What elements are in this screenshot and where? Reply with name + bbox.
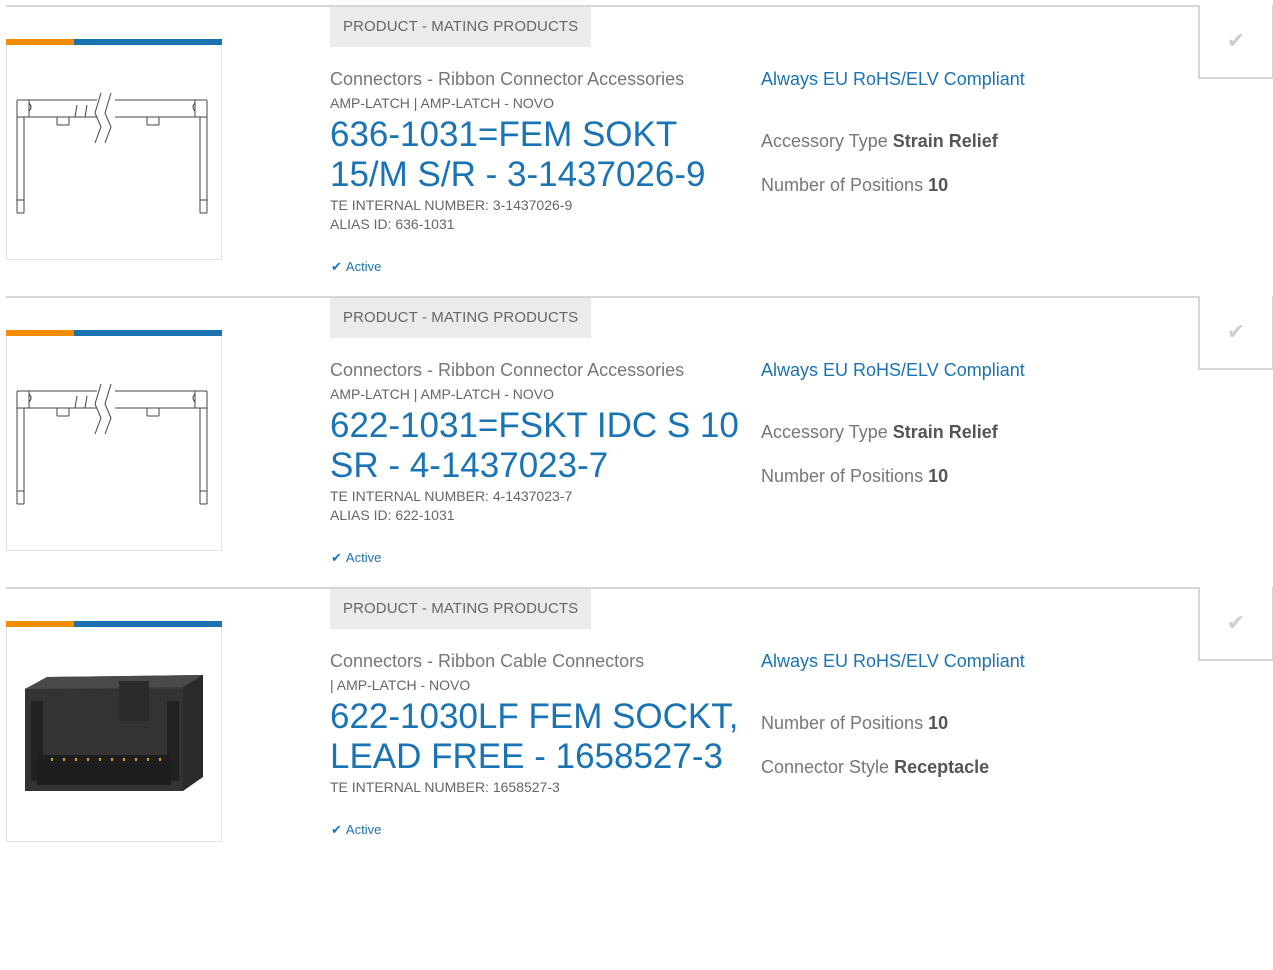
attribute-label: Connector Style (761, 757, 890, 777)
internal-number: TE INTERNAL NUMBER: 3-1437026-9 (330, 197, 573, 213)
product-category: Connectors - Ribbon Connector Accessorie… (330, 360, 685, 380)
product-brand: | AMP-LATCH - NOVO (330, 677, 471, 693)
compliance-link[interactable]: Always EU RoHS/ELV Compliant (761, 651, 1025, 672)
product-image-link[interactable] (6, 330, 222, 552)
compare-checkbox[interactable]: ✔ (1198, 296, 1273, 370)
compare-checkbox[interactable]: ✔ (1198, 587, 1273, 661)
product-image-link[interactable] (6, 621, 222, 843)
attribute-connector-style: Connector Style Receptacle (761, 757, 989, 778)
result-type-tag: PRODUCT - MATING PRODUCTS (330, 589, 592, 629)
result-type-tag: PRODUCT - MATING PRODUCTS (330, 298, 592, 338)
status-badge: ✔ Active (331, 550, 381, 566)
status-label: Active (345, 822, 382, 837)
compliance-link[interactable]: Always EU RoHS/ELV Compliant (761, 360, 1025, 381)
attribute-label: Accessory Type (761, 131, 888, 151)
check-icon: ✔ (1226, 28, 1246, 53)
internal-number: TE INTERNAL NUMBER: 1658527-3 (330, 779, 560, 795)
product-category: Connectors - Ribbon Connector Accessorie… (330, 69, 685, 89)
status-label: Active (345, 259, 382, 274)
strain-relief-drawing (16, 92, 208, 214)
alias-id: ALIAS ID: 622-1031 (330, 507, 455, 523)
result-card: PRODUCT - MATING PRODUCTS Connectors - R… (0, 587, 1273, 879)
status-label: Active (345, 550, 382, 565)
attribute-label: Number of Positions (761, 713, 924, 733)
product-category: Connectors - Ribbon Cable Connectors (330, 651, 645, 671)
product-image (6, 627, 222, 842)
ribbon-cable-connector-photo (25, 675, 203, 791)
attribute-value: 10 (928, 713, 949, 733)
product-title-link[interactable]: 622-1031=FSKT IDC S 10 SR - 4-1437023-7 (330, 406, 750, 486)
check-icon: ✔ (331, 259, 342, 274)
attribute-label: Number of Positions (761, 175, 924, 195)
attribute-value: 10 (928, 175, 949, 195)
divider (6, 5, 1271, 7)
attribute-value: 10 (928, 466, 949, 486)
attribute-accessory-type: Accessory Type Strain Relief (761, 131, 998, 152)
product-image-link[interactable] (6, 39, 222, 261)
check-icon: ✔ (331, 822, 342, 837)
check-icon: ✔ (1226, 319, 1246, 344)
result-type-tag: PRODUCT - MATING PRODUCTS (330, 7, 592, 47)
attribute-value: Receptacle (894, 757, 990, 777)
status-badge: ✔ Active (331, 822, 381, 838)
attribute-label: Number of Positions (761, 466, 924, 486)
product-brand: AMP-LATCH | AMP-LATCH - NOVO (330, 95, 555, 111)
product-title-link[interactable]: 636-1031=FEM SOKT 15/M S/R - 3-1437026-9 (330, 115, 750, 195)
product-image (6, 45, 222, 260)
check-icon: ✔ (1226, 610, 1246, 635)
attribute-accessory-type: Accessory Type Strain Relief (761, 422, 998, 443)
product-title-link[interactable]: 622-1030LF FEM SOCKT, LEAD FREE - 165852… (330, 697, 750, 777)
attribute-value: Strain Relief (892, 131, 998, 151)
status-badge: ✔ Active (331, 259, 381, 275)
compare-checkbox[interactable]: ✔ (1198, 5, 1273, 79)
compliance-link[interactable]: Always EU RoHS/ELV Compliant (761, 69, 1025, 90)
strain-relief-drawing (16, 383, 208, 505)
attribute-value: Strain Relief (892, 422, 998, 442)
alias-id: ALIAS ID: 636-1031 (330, 216, 455, 232)
internal-number: TE INTERNAL NUMBER: 4-1437023-7 (330, 488, 573, 504)
divider (6, 296, 1271, 298)
product-image (6, 336, 222, 551)
attribute-label: Accessory Type (761, 422, 888, 442)
divider (6, 587, 1271, 589)
attribute-number-of-positions: Number of Positions 10 (761, 466, 948, 487)
attribute-number-of-positions: Number of Positions 10 (761, 175, 948, 196)
result-card: PRODUCT - MATING PRODUCTS Connectors - R… (0, 5, 1273, 297)
attribute-number-of-positions: Number of Positions 10 (761, 713, 948, 734)
result-card: PRODUCT - MATING PRODUCTS Connectors - R… (0, 296, 1273, 588)
product-brand: AMP-LATCH | AMP-LATCH - NOVO (330, 386, 555, 402)
check-icon: ✔ (331, 550, 342, 565)
